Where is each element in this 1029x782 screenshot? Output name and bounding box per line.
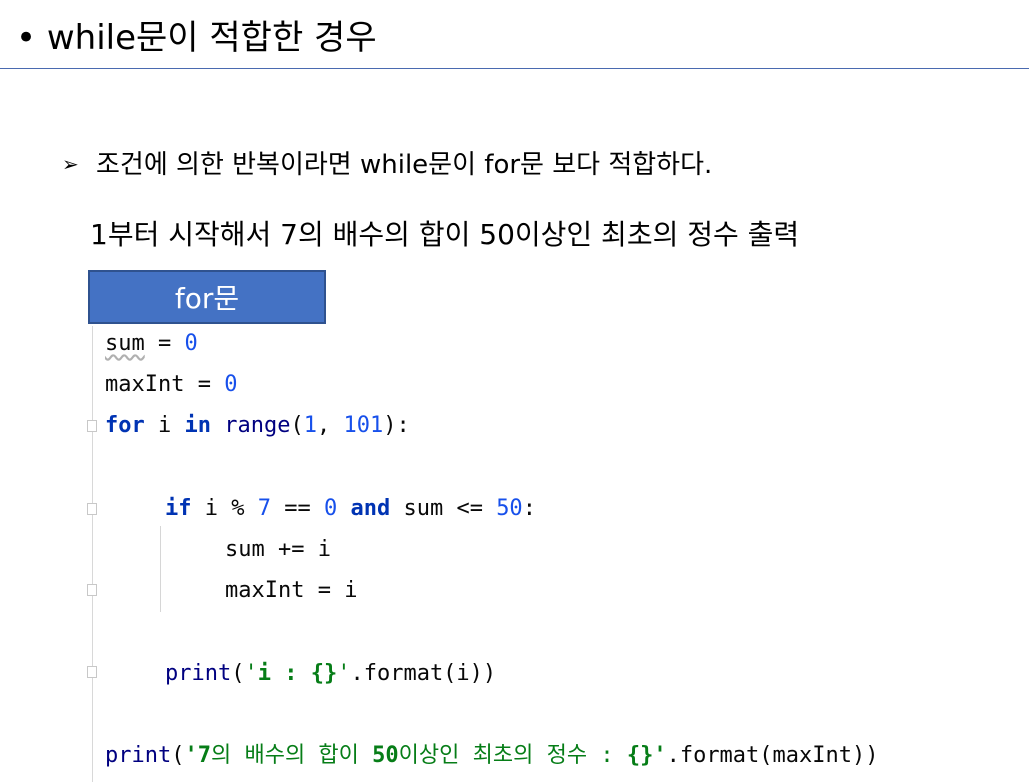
- for-loop-badge: for문: [88, 270, 326, 324]
- code-line-9: print('i : {}'.format(i)): [165, 661, 497, 686]
- code-line-1: sum = 0: [105, 331, 198, 356]
- code-block: sum = 0 maxInt = 0 for i in range(1, 101…: [87, 326, 1029, 782]
- fold-end-icon[interactable]: [87, 666, 97, 678]
- fold-end-icon[interactable]: [87, 584, 97, 596]
- code-line-7: maxInt = i: [225, 578, 358, 603]
- arrow-bullet-icon: ➢: [62, 152, 79, 176]
- code-line-11: print('7의 배수의 합이 50이상인 최초의 정수 : {}'.form…: [105, 743, 879, 768]
- indent-guide: [160, 526, 161, 612]
- code-line-5: if i % 7 == 0 and sum <= 50:: [165, 496, 536, 521]
- code-line-3: for i in range(1, 101):: [105, 413, 410, 438]
- bullet-point: ➢ 조건에 의한 반복이라면 while문이 for문 보다 적합하다.: [62, 144, 712, 185]
- slide-title: • while문이 적합한 경우: [16, 18, 377, 58]
- fold-icon[interactable]: [87, 503, 97, 515]
- bullet-text: 조건에 의한 반복이라면 while문이 for문 보다 적합하다.: [96, 150, 713, 180]
- example-description: 1부터 시작해서 7의 배수의 합이 50이상인 최초의 정수 출력: [90, 218, 800, 251]
- code-line-6: sum += i: [225, 537, 331, 562]
- title-divider: [0, 68, 1029, 69]
- editor-gutter-line: [92, 326, 93, 782]
- code-line-2: maxInt = 0: [105, 372, 238, 397]
- fold-icon[interactable]: [87, 420, 97, 432]
